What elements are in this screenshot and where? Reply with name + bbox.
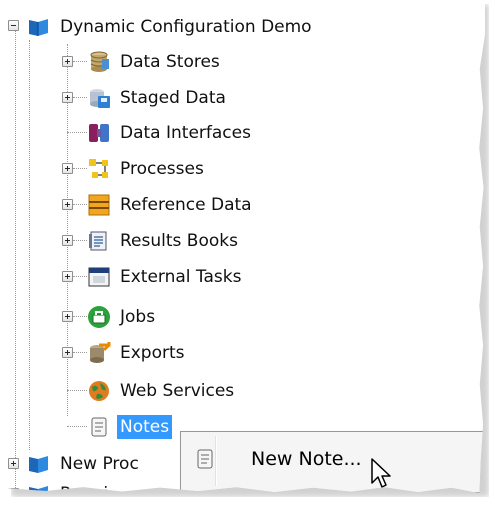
expand-toggle[interactable] [62, 271, 73, 282]
tree-node-staged-data[interactable]: Staged Data [87, 81, 229, 114]
results-book-icon [87, 229, 111, 253]
expand-toggle[interactable] [62, 92, 73, 103]
note-icon [193, 447, 217, 471]
tree-node-web-services[interactable]: Web Services [87, 374, 237, 407]
process-icon [87, 157, 111, 181]
interface-icon [87, 121, 111, 145]
tree-node-label: Results Books [120, 230, 238, 251]
tree-node-root[interactable]: Dynamic Configuration Demo [27, 10, 315, 43]
tree-node-results-books[interactable]: Results Books [87, 224, 241, 257]
expand-toggle[interactable] [62, 199, 73, 210]
collapse-toggle[interactable] [8, 20, 19, 31]
tree-node-label: Data Interfaces [120, 122, 251, 143]
tree-node-label: Processes [120, 158, 204, 179]
tree-node-data-stores[interactable]: Data Stores [87, 45, 223, 78]
tree-node-label: Notes [117, 414, 173, 439]
external-task-icon [87, 265, 111, 289]
menu-item-new-note[interactable]: New Note... [185, 440, 485, 478]
tree-node-label: Exports [120, 342, 185, 363]
staged-data-icon [87, 86, 111, 110]
expand-toggle[interactable] [62, 347, 73, 358]
tree-node-label: Jobs [120, 306, 156, 327]
jobs-icon [87, 305, 111, 329]
reference-data-icon [87, 193, 111, 217]
tree-node-notes[interactable]: Notes [87, 410, 173, 443]
web-services-icon [87, 379, 111, 403]
tree-node-label: Reference Data [120, 194, 252, 215]
tree-panel: Dynamic Configuration Demo Data Stores S… [7, 0, 485, 493]
menu-item-label: New Note... [251, 448, 362, 470]
tree-node-new-proc[interactable]: New Proc [27, 447, 142, 480]
tree-node-label: New Proc [60, 453, 139, 474]
tree-node-label: Dynamic Configuration Demo [60, 16, 312, 37]
tree-node-label: Data Stores [120, 51, 220, 72]
tree-node-jobs[interactable]: Jobs [87, 300, 158, 333]
tree-node-reference-data[interactable]: Reference Data [87, 188, 255, 221]
tree-node-exports[interactable]: Exports [87, 336, 188, 369]
expand-toggle[interactable] [62, 311, 73, 322]
expand-toggle[interactable] [62, 56, 73, 67]
tree-node-processes[interactable]: Processes [87, 152, 207, 185]
context-menu: New Note... [180, 431, 485, 493]
tree-node-label: Web Services [120, 380, 235, 401]
expand-toggle[interactable] [8, 458, 19, 469]
tree-node-label: Staged Data [120, 87, 226, 108]
exports-icon [87, 341, 111, 365]
project-book-icon [27, 452, 51, 476]
expand-toggle[interactable] [62, 235, 73, 246]
tree-node-label: External Tasks [120, 266, 242, 287]
tree-node-data-interfaces[interactable]: Data Interfaces [87, 116, 254, 149]
notes-icon [87, 415, 111, 439]
tree-node-external-tasks[interactable]: External Tasks [87, 260, 244, 293]
project-book-icon [27, 15, 51, 39]
expand-toggle[interactable] [62, 163, 73, 174]
database-icon [87, 50, 111, 74]
